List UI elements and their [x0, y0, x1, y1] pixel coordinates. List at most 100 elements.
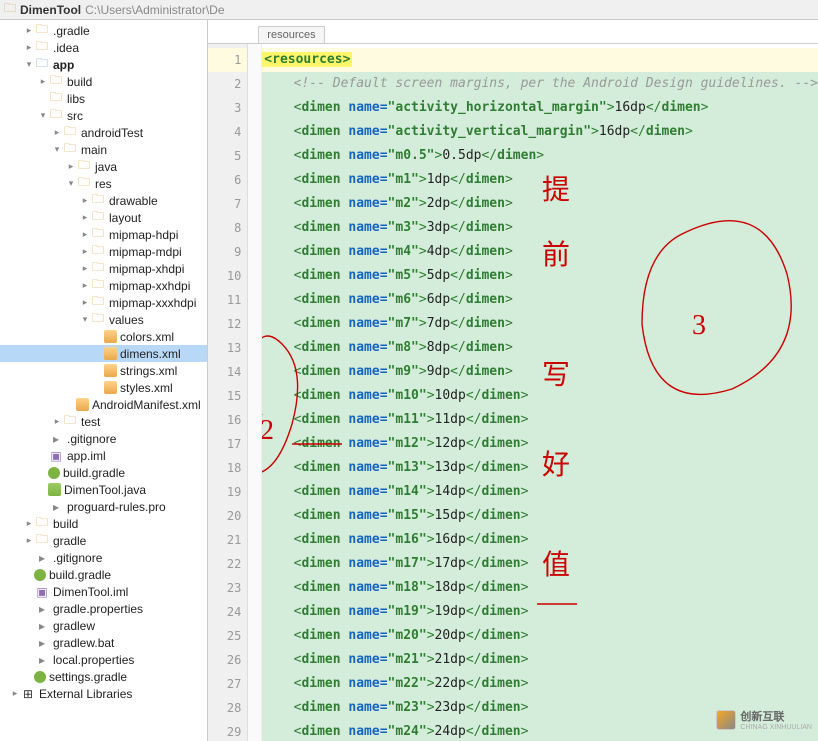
tree-item[interactable]: build.gradle: [0, 566, 207, 583]
tab-resources[interactable]: resources: [258, 26, 324, 43]
lib-icon: ⊞: [20, 686, 36, 702]
tree-item[interactable]: 🗀libs: [0, 90, 207, 107]
watermark-logo-icon: [716, 710, 736, 730]
tree-item[interactable]: ▸⊞External Libraries: [0, 685, 207, 702]
tree-arrow-icon[interactable]: ▸: [24, 42, 34, 53]
line-number: 8: [208, 216, 247, 240]
line-number: 14: [208, 360, 247, 384]
code-line: <dimen name="m1">1dp</dimen>: [262, 168, 818, 192]
tree-label: values: [109, 313, 144, 327]
line-gutter: 1234567891011121314151617181920212223242…: [208, 44, 248, 741]
tree-item[interactable]: ▸🗀test: [0, 413, 207, 430]
tree-arrow-icon[interactable]: ▸: [80, 195, 90, 206]
code-line: <dimen name="m13">13dp</dimen>: [262, 456, 818, 480]
tree-label: build.gradle: [49, 568, 111, 582]
gradle-icon: [34, 569, 46, 581]
code-line: <dimen name="m16">16dp</dimen>: [262, 528, 818, 552]
tree-arrow-icon[interactable]: ▾: [52, 144, 62, 155]
line-number: 18: [208, 456, 247, 480]
tree-label: mipmap-xhdpi: [109, 262, 184, 276]
tree-item[interactable]: ▾🗀values: [0, 311, 207, 328]
line-number: 16: [208, 408, 247, 432]
tree-item[interactable]: ▸🗀.gradle: [0, 22, 207, 39]
line-number: 22: [208, 552, 247, 576]
tree-item[interactable]: ▸🗀androidTest: [0, 124, 207, 141]
line-number: 4: [208, 120, 247, 144]
line-number: 5: [208, 144, 247, 168]
tree-arrow-icon[interactable]: ▸: [38, 76, 48, 87]
tree-arrow-icon[interactable]: ▸: [24, 518, 34, 529]
line-number: 20: [208, 504, 247, 528]
line-number: 7: [208, 192, 247, 216]
tree-item[interactable]: ▸gradlew.bat: [0, 634, 207, 651]
project-tree[interactable]: ▸🗀.gradle▸🗀.idea▾🗀app▸🗀build🗀libs▾🗀src▸🗀…: [0, 20, 208, 741]
gradle-icon: [48, 467, 60, 479]
tree-arrow-icon[interactable]: ▸: [52, 127, 62, 138]
tree-label: colors.xml: [120, 330, 174, 344]
tree-item[interactable]: ▸gradlew: [0, 617, 207, 634]
tree-label: AndroidManifest.xml: [92, 398, 201, 412]
tree-arrow-icon[interactable]: ▸: [80, 212, 90, 223]
tree-arrow-icon[interactable]: ▸: [80, 263, 90, 274]
tree-item[interactable]: DimenTool.java: [0, 481, 207, 498]
tree-item[interactable]: ▸.gitignore: [0, 430, 207, 447]
tree-item[interactable]: ▾🗀src: [0, 107, 207, 124]
tree-item[interactable]: ▸🗀java: [0, 158, 207, 175]
tree-item[interactable]: ▣app.iml: [0, 447, 207, 464]
tree-label: gradlew: [53, 619, 95, 633]
tree-item[interactable]: styles.xml: [0, 379, 207, 396]
file-icon: ▸: [34, 618, 50, 634]
tree-arrow-icon[interactable]: ▸: [52, 416, 62, 427]
tree-item[interactable]: AndroidManifest.xml: [0, 396, 207, 413]
tree-item[interactable]: ▸gradle.properties: [0, 600, 207, 617]
tree-arrow-icon[interactable]: ▸: [80, 297, 90, 308]
folder-icon: 🗀: [62, 414, 78, 430]
tree-arrow-icon[interactable]: ▸: [10, 688, 20, 699]
tree-label: layout: [109, 211, 141, 225]
tree-arrow-icon[interactable]: ▸: [24, 25, 34, 36]
editor-pane: resources 123456789101112131415161718192…: [208, 20, 818, 741]
tree-arrow-icon[interactable]: ▾: [66, 178, 76, 189]
tree-item[interactable]: ▸🗀gradle: [0, 532, 207, 549]
tree-arrow-icon[interactable]: ▸: [66, 161, 76, 172]
tree-arrow-icon[interactable]: ▾: [38, 110, 48, 121]
file-icon: ▸: [34, 635, 50, 651]
file-icon: ▸: [48, 499, 64, 515]
line-number: 23: [208, 576, 247, 600]
breadcrumb: 🗀 DimenTool C:\Users\Administrator\De: [0, 0, 818, 20]
tree-item[interactable]: ▸local.properties: [0, 651, 207, 668]
tree-item[interactable]: strings.xml: [0, 362, 207, 379]
code-line: <dimen name="activity_vertical_margin">1…: [262, 120, 818, 144]
code-content[interactable]: 2 提 前 写 好 值 3 <resources> <!-- Default s…: [262, 44, 818, 741]
watermark-sub: CHINAG XINHUULIAN: [740, 724, 812, 731]
tree-item[interactable]: ▸🗀build: [0, 515, 207, 532]
tree-item[interactable]: ▸🗀.idea: [0, 39, 207, 56]
tree-arrow-icon[interactable]: ▸: [80, 246, 90, 257]
tree-arrow-icon[interactable]: ▾: [80, 314, 90, 325]
tree-arrow-icon[interactable]: ▸: [24, 535, 34, 546]
tree-item[interactable]: ▸.gitignore: [0, 549, 207, 566]
tree-item[interactable]: ▾🗀main: [0, 141, 207, 158]
code-line: <dimen name="m9">9dp</dimen>: [262, 360, 818, 384]
line-number: 26: [208, 648, 247, 672]
tree-item-selected[interactable]: dimens.xml: [0, 345, 207, 362]
tree-label: build: [53, 517, 78, 531]
tree-label: androidTest: [81, 126, 143, 140]
code-line: <dimen name="m12">12dp</dimen>: [262, 432, 818, 456]
xml-icon: [104, 381, 117, 394]
tree-item[interactable]: colors.xml: [0, 328, 207, 345]
tree-item[interactable]: settings.gradle: [0, 668, 207, 685]
file-icon: ▸: [34, 550, 50, 566]
tree-item[interactable]: ▸proguard-rules.pro: [0, 498, 207, 515]
tree-arrow-icon[interactable]: ▸: [80, 229, 90, 240]
line-number: 1: [208, 48, 247, 72]
tree-arrow-icon[interactable]: ▾: [24, 59, 34, 70]
tree-item[interactable]: ▾🗀app: [0, 56, 207, 73]
tree-arrow-icon[interactable]: ▸: [80, 280, 90, 291]
code-line: <dimen name="m15">15dp</dimen>: [262, 504, 818, 528]
tree-label: libs: [67, 92, 85, 106]
tree-label: build: [67, 75, 92, 89]
tree-item[interactable]: build.gradle: [0, 464, 207, 481]
tree-item[interactable]: ▸🗀build: [0, 73, 207, 90]
tree-item[interactable]: ▣DimenTool.iml: [0, 583, 207, 600]
